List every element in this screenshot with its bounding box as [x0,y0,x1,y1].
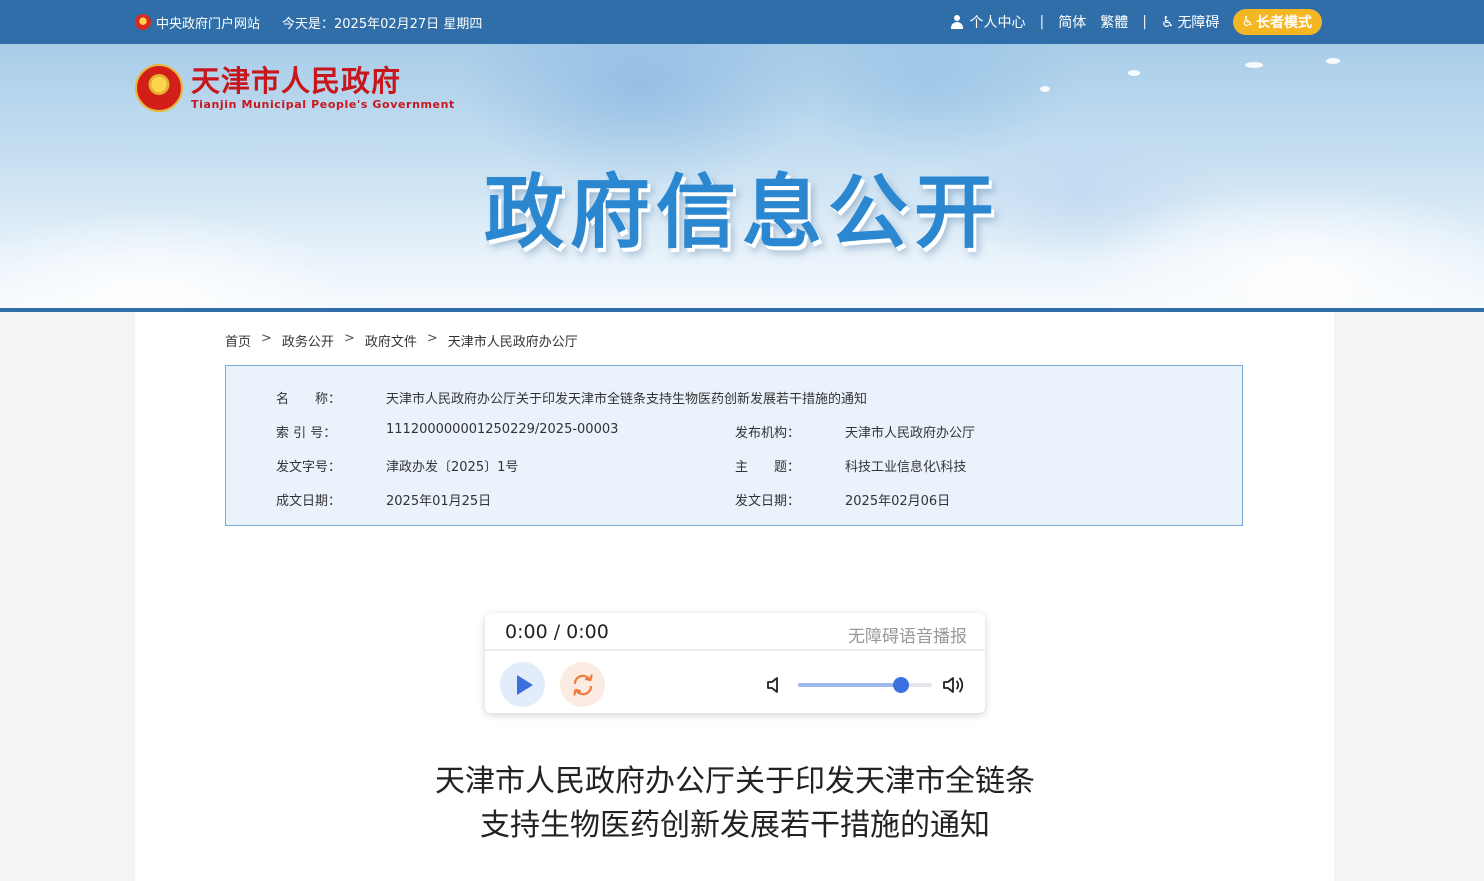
bird-decoration [1040,86,1050,92]
created-date-value: 2025年01月25日 [386,494,492,509]
issuer-label: 发布机构： [735,426,801,441]
site-name-en: Tianjin Municipal People's Government [191,98,455,111]
traditional-chinese-link[interactable]: 繁體 [1100,12,1128,32]
index-value: 111200000001250229/2025-00003 [386,422,619,437]
play-icon [516,674,533,695]
play-button[interactable] [500,662,545,707]
personal-center-label: 个人中心 [969,15,1026,31]
volume-fill [798,683,902,687]
bird-decoration [1128,70,1140,76]
topic-label: 主 题： [735,460,801,475]
banner-title: 政府信息公开 [484,166,1000,259]
elder-mode-label: 长者模式 [1256,15,1312,31]
player-divider [485,649,985,651]
breadcrumb-separator: > [426,331,438,346]
loop-icon [572,673,593,696]
document-title-line2: 支持生物医药创新发展若干措施的通知 [480,808,990,843]
document-title-line1: 天津市人民政府办公厅关于印发天津市全链条 [435,764,1035,799]
breadcrumb: 首页 > 政务公开 > 政府文件 > 天津市人民政府办公厅 [225,331,578,350]
bird-decoration [1326,58,1340,64]
doc-number-value: 津政办发〔2025〕1号 [386,460,519,475]
separator: | [1039,14,1045,30]
top-bar: 中央政府门户网站 今天是：2025年02月27日 星期四 个人中心 | 简体 繁… [0,0,1484,44]
name-label: 名 称： [276,392,342,407]
national-emblem-icon [135,64,183,112]
player-title: 无障碍语音播报 [848,627,967,647]
topic-value: 科技工业信息化\科技 [845,460,967,475]
today-date: 今天是：2025年02月27日 星期四 [282,16,483,32]
elder-mode-button[interactable]: ♿ 长者模式 [1233,9,1322,35]
user-icon [950,15,964,29]
published-date-value: 2025年02月06日 [845,494,951,509]
volume-knob[interactable] [893,677,910,693]
wheelchair-icon: ♿ [1160,13,1175,31]
national-emblem-icon [135,14,151,30]
playback-time: 0:00 / 0:00 [505,621,609,643]
breadcrumb-gov-documents[interactable]: 政府文件 [365,331,417,350]
breadcrumb-separator: > [261,331,272,346]
accessibility-label: 无障碍 [1177,15,1220,31]
personal-center-link[interactable]: 个人中心 [950,12,1026,32]
bird-decoration [1245,62,1263,68]
elder-icon: ♿ [1241,14,1254,30]
document-info-box: 名 称： 天津市人民政府办公厅关于印发天津市全链条支持生物医药创新发展若干措施的… [225,365,1243,526]
breadcrumb-general-office[interactable]: 天津市人民政府办公厅 [448,331,578,350]
site-name-cn: 天津市人民政府 [191,64,402,98]
audio-player: 0:00 / 0:00 无障碍语音播报 [485,613,985,713]
loop-button[interactable] [560,662,605,707]
simplified-chinese-link[interactable]: 简体 [1058,12,1086,32]
published-date-label: 发文日期： [735,494,801,509]
site-logo[interactable]: 天津市人民政府 Tianjin Municipal People's Gover… [135,64,455,112]
breadcrumb-home[interactable]: 首页 [225,331,251,350]
accessibility-link[interactable]: ♿ 无障碍 [1161,12,1219,32]
created-date-label: 成文日期： [276,494,342,509]
index-label: 索 引 号： [276,426,337,441]
volume-slider[interactable] [798,677,932,693]
breadcrumb-gov-affairs[interactable]: 政务公开 [282,331,334,350]
volume-low-icon[interactable] [765,675,783,695]
issuer-value: 天津市人民政府办公厅 [845,426,976,441]
volume-high-icon[interactable] [941,674,967,696]
breadcrumb-separator: > [343,331,355,346]
document-title: 天津市人民政府办公厅关于印发天津市全链条 支持生物医药创新发展若干措施的通知 [0,760,1470,848]
name-value: 天津市人民政府办公厅关于印发天津市全链条支持生物医药创新发展若干措施的通知 [386,392,868,407]
central-portal-label: 中央政府门户网站 [156,16,261,32]
separator: | [1142,14,1147,30]
central-portal-link[interactable]: 中央政府门户网站 [135,13,260,32]
doc-number-label: 发文字号： [276,460,342,475]
